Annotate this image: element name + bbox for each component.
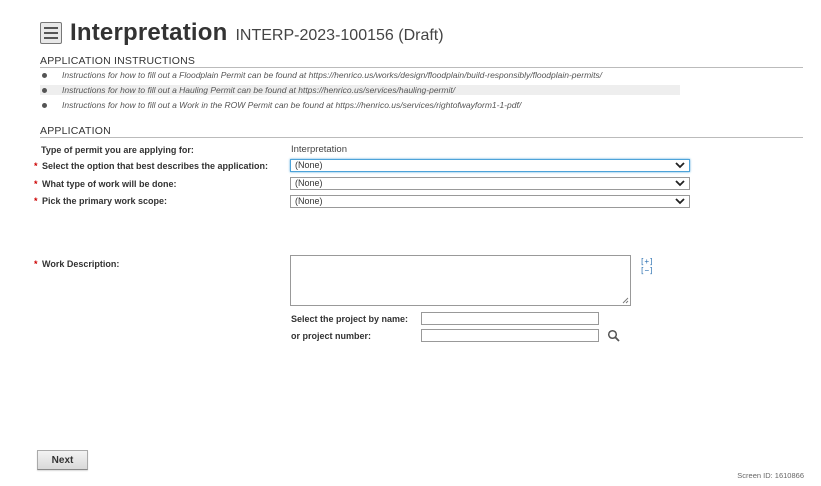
collapse-textarea-link[interactable]: [−] bbox=[640, 266, 654, 275]
record-id: INTERP-2023-100156 (Draft) bbox=[235, 27, 444, 44]
screen-id: Screen ID: 1610866 bbox=[737, 471, 804, 480]
project-name-label: Select the project by name: bbox=[291, 314, 409, 324]
work-type-select[interactable]: (None) bbox=[290, 177, 690, 190]
work-description-label: Work Description: bbox=[42, 259, 120, 269]
application-option-value: (None) bbox=[295, 160, 323, 170]
instructions-list: Instructions for how to fill out a Flood… bbox=[40, 70, 680, 115]
permit-type-label: Type of permit you are applying for: bbox=[41, 145, 194, 155]
page-header: Interpretation INTERP-2023-100156 (Draft… bbox=[40, 18, 444, 48]
permit-type-value: Interpretation bbox=[291, 144, 347, 155]
instruction-text: Instructions for how to fill out a Flood… bbox=[62, 70, 603, 80]
project-number-input[interactable] bbox=[421, 329, 599, 342]
bullet-icon bbox=[42, 103, 47, 108]
search-icon[interactable] bbox=[607, 329, 621, 343]
work-description-textarea[interactable] bbox=[290, 255, 631, 306]
instruction-item: Instructions for how to fill out a Hauli… bbox=[40, 85, 680, 95]
instructions-section-title: APPLICATION INSTRUCTIONS bbox=[40, 55, 196, 67]
application-option-select[interactable]: (None) bbox=[290, 159, 690, 172]
required-marker: * bbox=[34, 179, 38, 189]
document-icon bbox=[40, 22, 62, 44]
required-marker: * bbox=[34, 259, 38, 269]
resize-grip-icon[interactable] bbox=[622, 297, 629, 304]
project-number-label: or project number: bbox=[291, 331, 372, 341]
expand-textarea-link[interactable]: [+] bbox=[640, 257, 654, 266]
project-name-input[interactable] bbox=[421, 312, 599, 325]
application-option-label: Select the option that best describes th… bbox=[42, 161, 269, 171]
page-title: Interpretation bbox=[70, 19, 228, 46]
chevron-down-icon bbox=[675, 180, 685, 187]
required-marker: * bbox=[34, 196, 38, 206]
bullet-icon bbox=[42, 73, 47, 78]
chevron-down-icon bbox=[675, 162, 685, 169]
textarea-size-controls: [+] [−] bbox=[640, 257, 654, 275]
instruction-text: Instructions for how to fill out a Work … bbox=[62, 100, 522, 110]
required-marker: * bbox=[34, 161, 38, 171]
work-scope-select[interactable]: (None) bbox=[290, 195, 690, 208]
application-section-title: APPLICATION bbox=[40, 125, 111, 137]
work-type-label: What type of work will be done: bbox=[42, 179, 177, 189]
work-type-value: (None) bbox=[295, 178, 323, 188]
instruction-item: Instructions for how to fill out a Work … bbox=[40, 100, 680, 110]
application-divider bbox=[40, 137, 803, 138]
bullet-icon bbox=[42, 88, 47, 93]
instruction-item: Instructions for how to fill out a Flood… bbox=[40, 70, 680, 80]
next-button[interactable]: Next bbox=[37, 450, 88, 470]
instruction-text: Instructions for how to fill out a Hauli… bbox=[62, 85, 456, 95]
instructions-divider bbox=[40, 67, 803, 68]
work-scope-label: Pick the primary work scope: bbox=[42, 196, 168, 206]
work-scope-value: (None) bbox=[295, 196, 323, 206]
chevron-down-icon bbox=[675, 198, 685, 205]
